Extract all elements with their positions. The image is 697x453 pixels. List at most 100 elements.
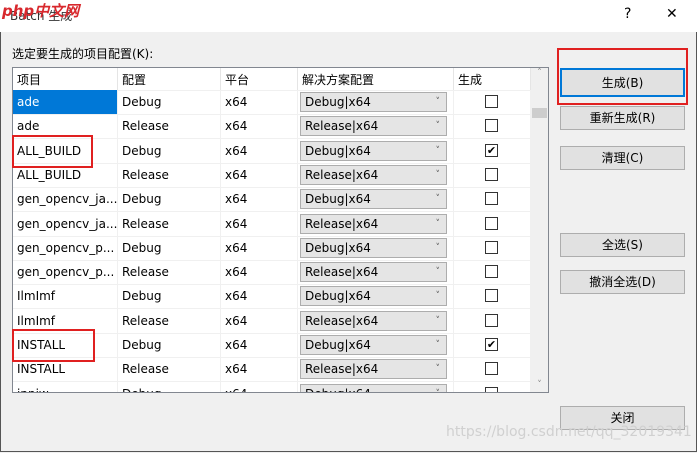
- scroll-down-icon[interactable]: ˅: [531, 380, 548, 390]
- platform-cell: x64: [221, 308, 298, 333]
- platform-cell: x64: [221, 235, 298, 260]
- scroll-up-icon[interactable]: ˄: [531, 68, 548, 78]
- project-cell[interactable]: IlmImf: [13, 284, 118, 309]
- config-cell: Release: [118, 114, 221, 139]
- solution-config-dropdown[interactable]: Debug|x64 ˅: [300, 286, 447, 307]
- config-cell: Debug: [118, 138, 221, 163]
- table-row[interactable]: IlmImf Debug x64 Debug|x64 ˅: [13, 284, 531, 310]
- vertical-scrollbar[interactable]: ˄ ˅: [531, 68, 548, 392]
- solution-config-dropdown[interactable]: Debug|x64 ˅: [300, 189, 447, 210]
- project-config-label: 选定要生成的项目配置(K):: [12, 47, 154, 61]
- build-checkbox[interactable]: [485, 289, 498, 303]
- config-cell: Release: [118, 357, 221, 382]
- solution-config-dropdown[interactable]: Release|x64 ˅: [300, 164, 447, 185]
- platform-cell: x64: [221, 187, 298, 212]
- solution-config-dropdown[interactable]: Debug|x64 ˅: [300, 140, 447, 161]
- dropdown-value: Release|x64: [305, 313, 379, 328]
- table-row[interactable]: gen_opencv_ja... Release x64 Release|x64…: [13, 211, 531, 237]
- chevron-down-icon: ˅: [435, 218, 441, 229]
- column-header[interactable]: 生成: [454, 68, 531, 92]
- build-checkbox[interactable]: [485, 192, 498, 206]
- chevron-down-icon: ˅: [435, 97, 441, 107]
- chevron-down-icon: ˅: [435, 194, 441, 205]
- dropdown-value: Release|x64: [305, 216, 379, 231]
- deselect-all-button[interactable]: 撤消全选(D): [560, 270, 685, 294]
- build-checkbox[interactable]: [485, 386, 498, 392]
- platform-cell: x64: [221, 357, 298, 382]
- project-cell[interactable]: gen_opencv_ja...: [13, 211, 118, 236]
- chevron-down-icon: ˅: [435, 169, 441, 180]
- build-checkbox[interactable]: [485, 313, 498, 327]
- table-row[interactable]: gen_opencv_ja... Debug x64 Debug|x64 ˅: [13, 187, 531, 213]
- build-checkbox[interactable]: [485, 119, 498, 133]
- logo: php中文网: [2, 2, 80, 20]
- build-checkbox[interactable]: ✔: [485, 143, 498, 157]
- project-cell[interactable]: gen_opencv_p...: [13, 235, 118, 260]
- config-cell: Release: [118, 162, 221, 187]
- table-row[interactable]: gen_opencv_p... Debug x64 Debug|x64 ˅: [13, 235, 531, 261]
- build-checkbox[interactable]: [485, 265, 498, 279]
- table-row[interactable]: ade Debug x64 Debug|x64 ˅: [13, 90, 531, 115]
- project-cell[interactable]: ade: [13, 90, 118, 114]
- dropdown-value: Debug|x64: [305, 192, 371, 207]
- chevron-down-icon: ˅: [435, 340, 441, 350]
- platform-cell: x64: [221, 90, 298, 114]
- solution-config-dropdown[interactable]: Debug|x64 ˅: [300, 335, 447, 355]
- config-cell: Debug: [118, 284, 221, 309]
- highlight-box: [12, 329, 95, 362]
- select-all-button[interactable]: 全选(S): [560, 233, 685, 257]
- platform-cell: x64: [221, 138, 298, 163]
- build-checkbox[interactable]: [485, 216, 498, 230]
- close-icon[interactable]: ✕: [666, 6, 678, 22]
- project-cell[interactable]: ippiw: [13, 381, 118, 392]
- column-header[interactable]: 配置: [118, 68, 221, 92]
- solution-config-dropdown[interactable]: Release|x64 ˅: [300, 359, 447, 380]
- chevron-down-icon: ˅: [436, 385, 441, 392]
- project-cell[interactable]: gen_opencv_p...: [13, 260, 118, 285]
- dropdown-value: Debug|x64: [305, 143, 371, 158]
- build-checkbox[interactable]: [485, 240, 498, 254]
- build-checkbox[interactable]: [485, 95, 498, 108]
- dropdown-value: Debug|x64: [305, 95, 371, 109]
- config-cell: Release: [118, 308, 221, 333]
- build-checkbox[interactable]: [485, 362, 498, 376]
- watermark: https://blog.csdn.net/qq_32019341: [446, 424, 692, 440]
- config-cell: Release: [118, 260, 221, 285]
- column-header[interactable]: 平台: [221, 68, 298, 92]
- solution-config-dropdown[interactable]: Release|x64 ˅: [300, 116, 447, 137]
- solution-config-dropdown[interactable]: Release|x64 ˅: [300, 213, 447, 234]
- solution-config-dropdown[interactable]: Debug|x64 ˅: [300, 383, 447, 392]
- dropdown-value: Release|x64: [305, 119, 379, 134]
- scroll-thumb[interactable]: [532, 108, 547, 118]
- config-cell: Debug: [118, 333, 221, 357]
- table-row[interactable]: gen_opencv_p... Release x64 Release|x64 ˅: [13, 260, 531, 286]
- chevron-down-icon: ˅: [435, 121, 441, 132]
- chevron-down-icon: ˅: [435, 267, 441, 278]
- dropdown-value: Release|x64: [305, 167, 379, 182]
- build-checkbox[interactable]: ✔: [485, 338, 498, 351]
- rebuild-button[interactable]: 重新生成(R): [560, 106, 685, 130]
- config-cell: Debug: [118, 381, 221, 392]
- column-header[interactable]: 项目: [13, 68, 118, 92]
- dropdown-value: Debug|x64: [305, 338, 371, 352]
- solution-config-dropdown[interactable]: Debug|x64 ˅: [300, 92, 447, 112]
- table-row[interactable]: ippiw Debug x64 Debug|x64 ˅: [13, 381, 531, 392]
- chevron-down-icon: ˅: [435, 242, 441, 253]
- grid-header: 项目 配置 平台 解决方案配置 生成: [13, 68, 531, 92]
- chevron-down-icon: ˅: [435, 315, 441, 326]
- dropdown-value: Debug|x64: [305, 289, 371, 304]
- help-button[interactable]: ?: [624, 6, 631, 22]
- highlight-box: [557, 48, 688, 105]
- project-cell[interactable]: gen_opencv_ja...: [13, 187, 118, 212]
- clean-button[interactable]: 清理(C): [560, 146, 685, 170]
- solution-config-dropdown[interactable]: Release|x64 ˅: [300, 310, 447, 331]
- title-bar: Batch 生成 php中文网 ? ✕: [0, 0, 697, 32]
- column-header[interactable]: 解决方案配置: [298, 68, 454, 92]
- build-checkbox[interactable]: [485, 167, 498, 181]
- dropdown-value: Release|x64: [305, 265, 379, 280]
- dropdown-value: Debug|x64: [305, 240, 371, 255]
- platform-cell: x64: [221, 333, 298, 357]
- solution-config-dropdown[interactable]: Release|x64 ˅: [300, 262, 447, 283]
- config-cell: Debug: [118, 187, 221, 212]
- solution-config-dropdown[interactable]: Debug|x64 ˅: [300, 237, 447, 258]
